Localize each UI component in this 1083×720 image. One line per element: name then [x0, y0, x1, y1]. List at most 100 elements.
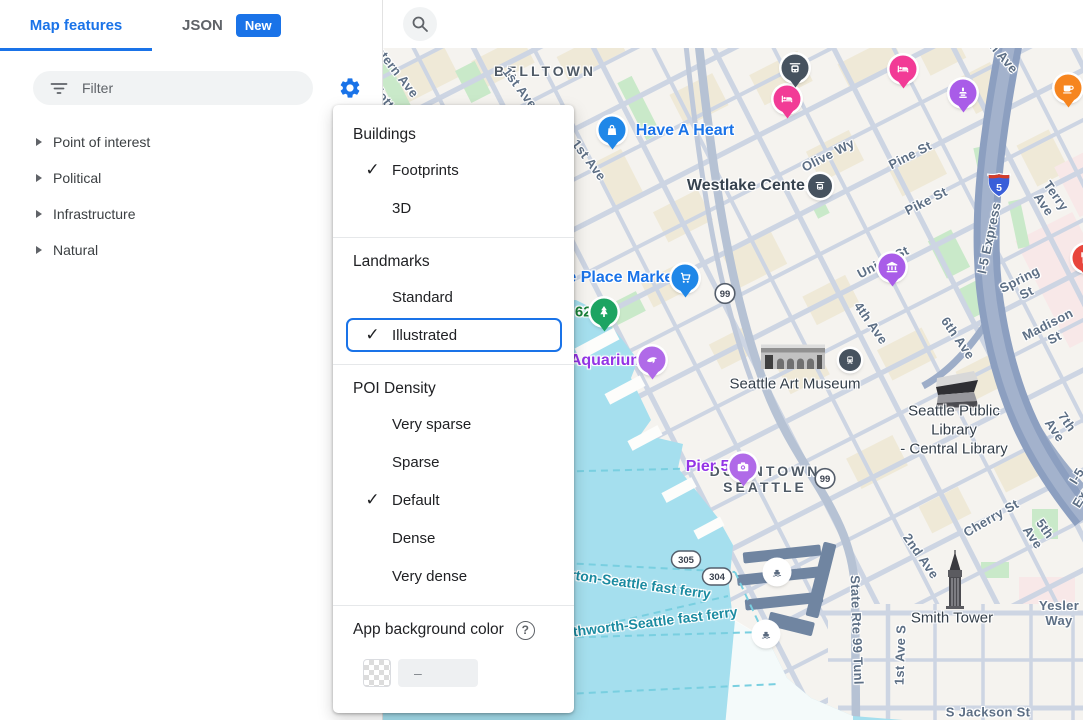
- triangle-right-icon: [36, 246, 42, 254]
- section-title: Buildings: [333, 119, 574, 151]
- divider: [333, 364, 574, 365]
- monorail-icon[interactable]: [782, 55, 809, 82]
- option-3d[interactable]: 3D: [333, 189, 574, 227]
- street-label: Madison St: [1020, 305, 1082, 357]
- transparent-swatch[interactable]: [363, 659, 391, 687]
- check-icon: ✓: [363, 490, 382, 510]
- tree-icon[interactable]: [591, 299, 618, 326]
- feature-label: Natural: [53, 242, 98, 258]
- street-label: 4th Ave: [851, 299, 891, 347]
- monorail-icon[interactable]: [808, 174, 832, 198]
- feature-row-political[interactable]: Political: [0, 160, 383, 196]
- option-sparse[interactable]: Sparse: [333, 443, 574, 481]
- street-label: Olive Wy: [799, 135, 857, 174]
- museum-icon[interactable]: [950, 80, 977, 107]
- app-background-row: App background color ?: [333, 614, 574, 646]
- filter-row: [33, 71, 350, 105]
- street-label: I-5 Express: [974, 201, 1004, 275]
- street-label: State Rte 99 Tunl: [848, 575, 867, 685]
- magnifier-icon: [411, 15, 429, 33]
- svg-text:5: 5: [996, 182, 1002, 194]
- color-value-field[interactable]: –: [398, 659, 478, 687]
- poi-label[interactable]: Have A Heart: [636, 122, 734, 140]
- check-icon: ✓: [363, 160, 382, 180]
- background-color-controls: –: [333, 659, 574, 687]
- divider: [333, 237, 574, 238]
- feature-row-natural[interactable]: Natural: [0, 232, 383, 268]
- filter-input[interactable]: [82, 80, 282, 96]
- street-label: Pine St: [886, 138, 934, 172]
- tab-json[interactable]: JSON New: [182, 0, 281, 51]
- option-label: Dense: [392, 530, 435, 547]
- svg-text:99: 99: [820, 474, 831, 485]
- dolphin-icon[interactable]: [639, 347, 666, 374]
- active-tab-underline: [0, 48, 152, 51]
- option-label: Default: [392, 492, 440, 509]
- bank-icon[interactable]: [879, 254, 906, 281]
- route-shield-5: 5: [986, 172, 1012, 205]
- svg-text:99: 99: [720, 289, 731, 300]
- route-shield-305: 305: [671, 550, 702, 574]
- svg-text:304: 304: [709, 572, 726, 583]
- sidebar: Map features JSON New: [0, 0, 383, 720]
- landmark-label: Seattle Public Library - Central Library: [890, 402, 1019, 459]
- bag-icon[interactable]: [599, 117, 626, 144]
- map-settings-popover: Buildings✓Footprints3DLandmarksStandard✓…: [333, 105, 574, 713]
- triangle-right-icon: [36, 210, 42, 218]
- station-icon[interactable]: [839, 349, 861, 371]
- settings-sections: Buildings✓Footprints3DLandmarksStandard✓…: [333, 119, 574, 595]
- tab-map-features[interactable]: Map features: [0, 0, 152, 51]
- tab-map-features-label: Map features: [30, 17, 123, 34]
- option-standard[interactable]: Standard: [333, 278, 574, 316]
- help-icon[interactable]: ?: [516, 621, 535, 640]
- feature-row-infrastructure[interactable]: Infrastructure: [0, 196, 383, 232]
- route-shield-99: 99: [714, 282, 737, 310]
- tab-json-label: JSON: [182, 17, 223, 34]
- street-label: Yesler Way: [1039, 598, 1079, 628]
- option-label: Sparse: [392, 454, 440, 471]
- bed-icon[interactable]: [890, 56, 917, 83]
- gear-icon[interactable]: [338, 76, 362, 100]
- cart-icon[interactable]: [672, 265, 699, 292]
- funnel-icon: [50, 79, 68, 97]
- map-toolbar: [384, 0, 1083, 48]
- option-very-dense[interactable]: Very dense: [333, 557, 574, 595]
- option-illustrated[interactable]: ✓ Illustrated: [333, 316, 574, 354]
- street-label: Cherry St: [961, 496, 1022, 540]
- ferry-icon[interactable]: [754, 622, 778, 646]
- feature-row-point-of-interest[interactable]: Point of interest: [0, 124, 383, 160]
- new-badge: New: [236, 14, 281, 37]
- option-label: Standard: [392, 289, 453, 306]
- coffee-icon[interactable]: [1055, 75, 1082, 102]
- option-footprints[interactable]: ✓ Footprints: [333, 151, 574, 189]
- map-style-editor: Map features JSON New: [0, 0, 1083, 720]
- street-label: 7th Ave: [1042, 407, 1080, 444]
- ferry-icon[interactable]: [765, 560, 789, 584]
- landmark-label: Smith Tower: [911, 609, 993, 628]
- option-label: 3D: [392, 200, 411, 217]
- route-shield-99: 99: [814, 467, 837, 495]
- check-icon: ✓: [363, 325, 382, 345]
- option-dense[interactable]: Dense: [333, 519, 574, 557]
- street-label: Spring St: [989, 259, 1056, 313]
- landmark-label: Seattle Art Museum: [730, 375, 861, 394]
- option-label: Very dense: [392, 568, 467, 585]
- poi-label[interactable]: Westlake Center: [687, 177, 811, 195]
- camera-icon[interactable]: [730, 454, 757, 481]
- street-label: 6th Ave: [938, 314, 978, 362]
- tab-bar: Map features JSON New: [0, 0, 382, 51]
- option-very-sparse[interactable]: Very sparse: [333, 405, 574, 443]
- street-label: S Jackson St: [946, 705, 1031, 720]
- seattle-art-museum-illustration: [760, 338, 826, 377]
- street-label: 1st Ave S: [891, 625, 908, 686]
- street-label: 1st Ave: [569, 137, 609, 184]
- restaurant-icon[interactable]: [1073, 245, 1083, 272]
- section-title: POI Density: [333, 373, 574, 405]
- gear-icon-svg: [338, 76, 362, 100]
- search-button[interactable]: [403, 7, 437, 41]
- option-label: Illustrated: [392, 327, 457, 344]
- option-default[interactable]: ✓ Default: [333, 481, 574, 519]
- option-label: Footprints: [392, 162, 459, 179]
- app-background-label: App background color: [353, 621, 504, 639]
- filter-pill[interactable]: [33, 71, 313, 105]
